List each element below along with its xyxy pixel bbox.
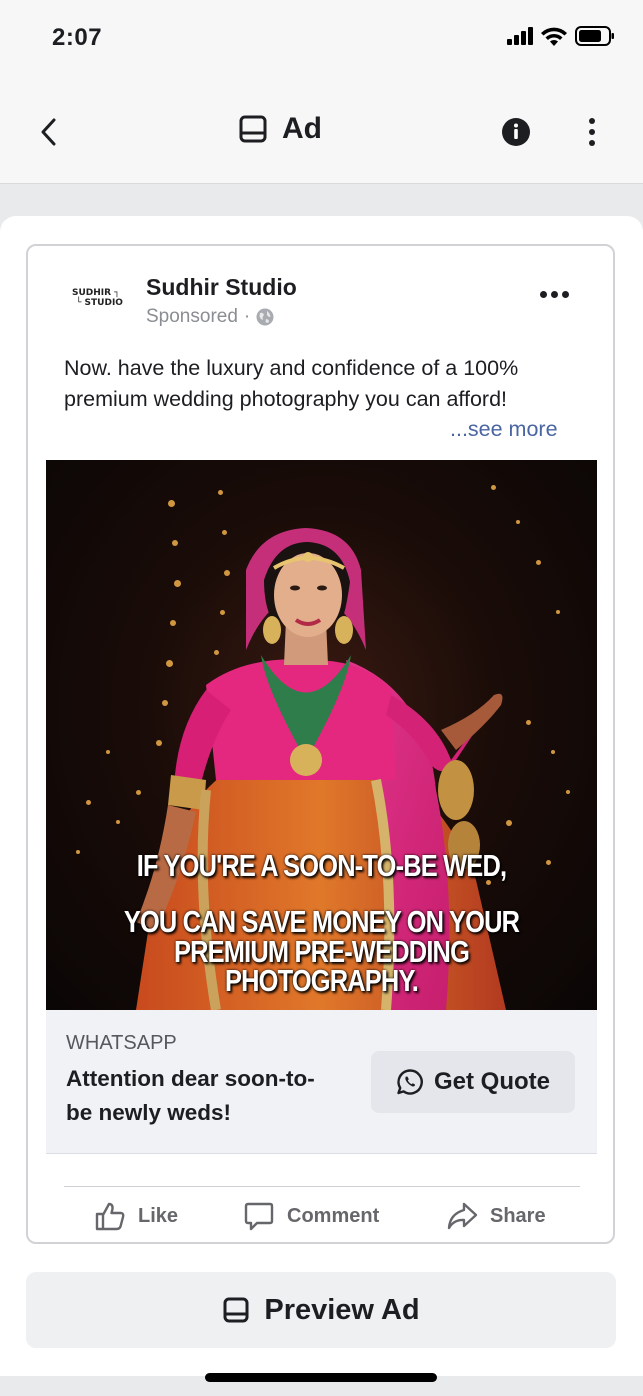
share-icon: [447, 1202, 478, 1230]
dot: [562, 290, 569, 298]
page-name[interactable]: Sudhir Studio: [146, 274, 297, 301]
home-indicator[interactable]: [205, 1373, 437, 1382]
cta-section: WHATSAPP Attention dear soon-to-be newly…: [46, 1010, 597, 1154]
back-chevron-icon: [41, 118, 56, 146]
ad-post-card: SUDHIR ┐ └ STUDIO Sudhir Studio Sponsore…: [26, 244, 615, 1244]
post-more-button[interactable]: [540, 284, 574, 304]
ad-image[interactable]: If you're a soon-to-be wed, You can save…: [46, 460, 597, 1010]
like-button[interactable]: Like: [94, 1200, 178, 1232]
comment-label: Comment: [287, 1204, 380, 1227]
dot: [551, 290, 558, 298]
preview-ad-button[interactable]: Preview Ad: [26, 1272, 616, 1348]
nav-bar: Ad: [0, 80, 643, 184]
divider: [46, 1153, 597, 1154]
comment-button[interactable]: Comment: [243, 1200, 379, 1232]
back-button[interactable]: [34, 114, 64, 150]
like-label: Like: [138, 1204, 179, 1227]
status-bar: 2:07: [0, 0, 643, 80]
more-options-button[interactable]: [578, 115, 606, 149]
page-title-text: Ad: [282, 112, 322, 145]
dot: [540, 290, 547, 298]
globe-icon: [256, 308, 274, 326]
page-title: Ad: [238, 112, 322, 146]
get-quote-button[interactable]: Get Quote: [371, 1051, 575, 1113]
image-headline-line-4: photography.: [224, 963, 419, 998]
divider: [64, 1186, 580, 1187]
preview-ad-label: Preview Ad: [264, 1293, 420, 1326]
share-label: Share: [490, 1204, 546, 1227]
separator: ·: [243, 306, 251, 327]
logo-line-1: SUDHIR ┐: [72, 288, 120, 298]
post-text: Now. have the luxury and confidence of a…: [64, 356, 519, 411]
like-icon: [95, 1202, 125, 1231]
signal-icon: [507, 27, 533, 45]
wifi-icon: [541, 27, 567, 46]
info-icon: [502, 118, 530, 146]
get-quote-label: Get Quote: [433, 1068, 550, 1095]
ad-icon: [223, 1297, 249, 1323]
whatsapp-icon: [397, 1069, 423, 1095]
page-logo[interactable]: SUDHIR ┐ └ STUDIO: [72, 288, 126, 314]
comment-icon: [244, 1202, 274, 1231]
sponsored-text: Sponsored: [146, 306, 238, 327]
ad-icon: [239, 115, 267, 143]
battery-icon: [575, 26, 614, 46]
cta-source-label: WHATSAPP: [66, 1032, 177, 1054]
see-more-link[interactable]: ...see more: [450, 417, 558, 442]
share-button[interactable]: Share: [446, 1200, 546, 1232]
system-icons: [507, 26, 615, 46]
status-time: 2:07: [52, 24, 103, 51]
sponsored-label: Sponsored ·: [146, 306, 274, 328]
cta-headline: Attention dear soon-to-be newly weds!: [66, 1066, 315, 1125]
image-headline-line-1: If you're a soon-to-be wed,: [136, 848, 507, 883]
info-button[interactable]: [501, 117, 531, 147]
kebab-icon: [589, 118, 595, 146]
logo-line-2: └ STUDIO: [76, 298, 123, 308]
